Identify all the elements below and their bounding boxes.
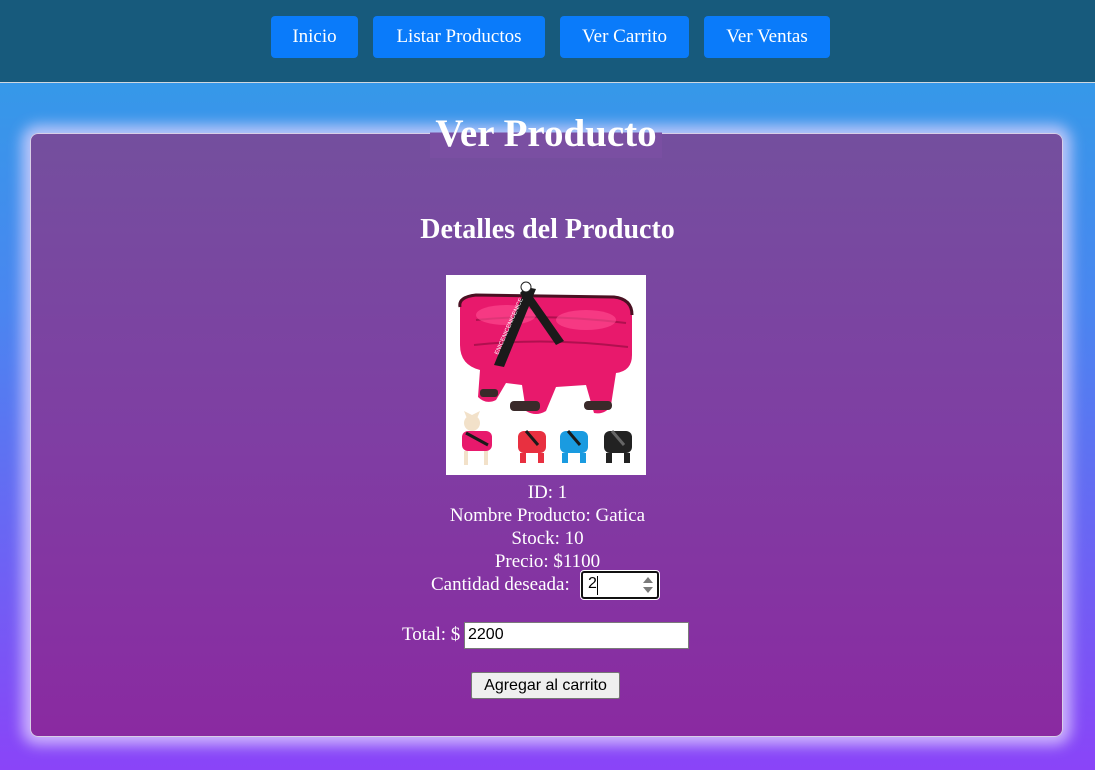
add-to-cart-button[interactable]: Agregar al carrito — [471, 672, 620, 699]
nav-button-ver-ventas[interactable]: Ver Ventas — [704, 16, 830, 58]
product-details-heading: Detalles del Producto — [420, 214, 675, 245]
nav-button-inicio[interactable]: Inicio — [271, 16, 358, 58]
quantity-value: 2 — [588, 575, 597, 592]
product-id: ID: 1 — [527, 482, 568, 503]
nav-button-listar-productos[interactable]: Listar Productos — [373, 16, 545, 58]
dog-jacket-icon: ENICENICENICENICE — [458, 281, 634, 465]
product-stock: Stock: 10 — [511, 528, 584, 549]
product-image: ENICENICENICENICE — [446, 275, 646, 475]
quantity-label: Cantidad deseada: — [431, 574, 570, 595]
total-value: 2200 — [468, 626, 504, 643]
text-caret — [597, 576, 598, 595]
nav-button-ver-carrito[interactable]: Ver Carrito — [560, 16, 689, 58]
spinner-arrows-icon[interactable] — [642, 575, 654, 595]
page-title: Ver Producto — [430, 110, 662, 158]
product-name: Nombre Producto: Gatica — [449, 505, 646, 526]
quantity-stepper[interactable]: 2 — [580, 570, 660, 600]
total-label: Total: $ — [402, 624, 461, 645]
total-field[interactable]: 2200 — [464, 622, 689, 649]
product-price: Precio: $1100 — [494, 551, 601, 572]
top-navigation-bar: Inicio Listar Productos Ver Carrito Ver … — [0, 0, 1095, 83]
